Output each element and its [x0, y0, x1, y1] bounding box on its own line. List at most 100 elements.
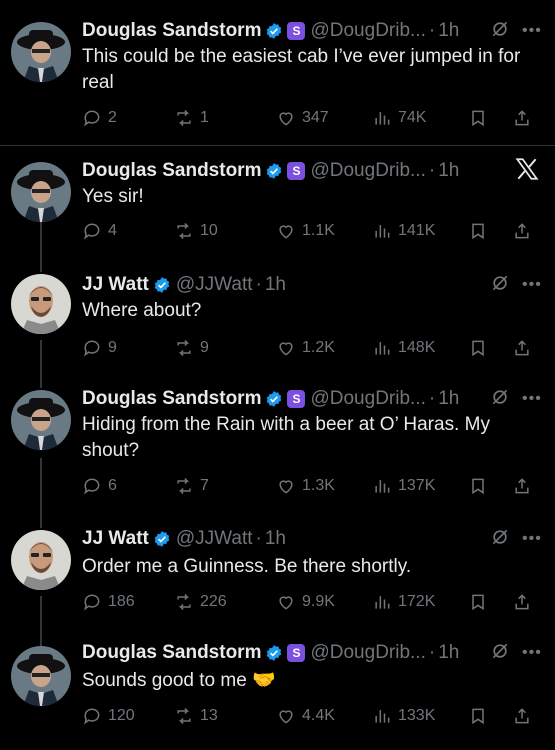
- author-name[interactable]: JJ Watt: [82, 528, 149, 550]
- like-count: 347: [302, 109, 329, 126]
- avatar[interactable]: [11, 162, 71, 222]
- verified-badge-icon: [265, 644, 283, 662]
- grok-icon[interactable]: [490, 387, 510, 412]
- repost-button[interactable]: 13: [174, 704, 218, 728]
- tweet-text: Order me a Guinness. Be there shortly.: [82, 556, 412, 577]
- author-handle[interactable]: @DougDrib...: [310, 160, 425, 182]
- views-button[interactable]: 172K: [372, 590, 435, 614]
- tweet-actions: 2 1 347 74K: [82, 106, 542, 130]
- share-button[interactable]: [512, 590, 532, 614]
- grok-icon[interactable]: [490, 273, 510, 298]
- views-button[interactable]: 74K: [372, 106, 426, 130]
- avatar[interactable]: [11, 390, 71, 450]
- separator-dot: ·: [428, 20, 436, 41]
- verified-badge-icon: [153, 276, 171, 294]
- bookmark-button[interactable]: [468, 704, 488, 728]
- timestamp[interactable]: 1h: [438, 642, 459, 664]
- reply-button[interactable]: 186: [82, 590, 135, 614]
- reply-count: 120: [108, 707, 135, 724]
- author-name[interactable]: JJ Watt: [82, 274, 149, 296]
- views-button[interactable]: 141K: [372, 219, 435, 243]
- bookmark-button[interactable]: [468, 106, 488, 130]
- heart-icon: [279, 342, 293, 356]
- views-button[interactable]: 137K: [372, 474, 435, 498]
- reply-button[interactable]: 6: [82, 474, 117, 498]
- bookmark-button[interactable]: [468, 336, 488, 360]
- like-button[interactable]: 4.4K: [276, 704, 335, 728]
- share-button[interactable]: [512, 219, 532, 243]
- author-name[interactable]: Douglas Sandstorm: [82, 20, 261, 42]
- more-icon[interactable]: •••: [522, 276, 542, 294]
- views-button[interactable]: 133K: [372, 704, 435, 728]
- x-logo-icon[interactable]: [514, 156, 540, 187]
- like-button[interactable]: 1.3K: [276, 474, 335, 498]
- reply-button[interactable]: 9: [82, 336, 117, 360]
- tweet[interactable]: JJ Watt @JJWatt · 1h ••• Where about? 9 …: [0, 266, 555, 384]
- timestamp[interactable]: 1h: [438, 160, 459, 182]
- author-handle[interactable]: @DougDrib...: [310, 642, 425, 664]
- separator-dot: ·: [428, 642, 436, 663]
- like-button[interactable]: 1.2K: [276, 336, 335, 360]
- timestamp[interactable]: 1h: [265, 528, 286, 550]
- tweet[interactable]: JJ Watt @JJWatt · 1h ••• Order me a Guin…: [0, 522, 555, 640]
- repost-icon: [177, 477, 191, 495]
- timestamp[interactable]: 1h: [265, 274, 286, 296]
- avatar[interactable]: [11, 274, 71, 334]
- views-icon: [375, 710, 390, 723]
- more-icon[interactable]: •••: [522, 530, 542, 548]
- share-button[interactable]: [512, 106, 532, 130]
- bookmark-button[interactable]: [468, 219, 488, 243]
- author-handle[interactable]: @DougDrib...: [310, 20, 425, 42]
- repost-button[interactable]: 10: [174, 219, 218, 243]
- views-count: 74K: [398, 109, 427, 126]
- share-button[interactable]: [512, 704, 532, 728]
- tweet[interactable]: Douglas Sandstorm S @DougDrib... · 1h ••…: [0, 384, 555, 522]
- like-button[interactable]: 1.1K: [276, 219, 335, 243]
- reply-button[interactable]: 4: [82, 219, 117, 243]
- share-button[interactable]: [512, 474, 532, 498]
- timestamp[interactable]: 1h: [438, 388, 459, 410]
- subscription-badge-icon: S: [287, 644, 306, 662]
- bookmark-button[interactable]: [468, 590, 488, 614]
- repost-button[interactable]: 1: [174, 106, 209, 130]
- like-button[interactable]: 9.9K: [276, 590, 335, 614]
- author-name[interactable]: Douglas Sandstorm: [82, 388, 261, 410]
- more-icon[interactable]: •••: [522, 390, 542, 408]
- repost-count: 10: [200, 222, 218, 239]
- repost-button[interactable]: 9: [174, 336, 209, 360]
- views-count: 148K: [398, 339, 436, 356]
- avatar[interactable]: [11, 646, 71, 706]
- tweet-text: Hiding from the Rain with a beer at O’ H…: [82, 414, 490, 461]
- tweet[interactable]: Douglas Sandstorm S @DougDrib... · 1h Ye…: [0, 146, 555, 266]
- like-button[interactable]: 347: [276, 106, 329, 130]
- author-name[interactable]: Douglas Sandstorm: [82, 642, 261, 664]
- repost-button[interactable]: 7: [174, 474, 209, 498]
- author-name[interactable]: Douglas Sandstorm: [82, 160, 261, 182]
- timestamp[interactable]: 1h: [438, 20, 459, 42]
- author-handle[interactable]: @JJWatt: [176, 528, 253, 550]
- repost-icon: [177, 339, 191, 357]
- reply-icon: [84, 110, 100, 127]
- repost-button[interactable]: 226: [174, 590, 227, 614]
- author-handle[interactable]: @JJWatt: [176, 274, 253, 296]
- grok-icon[interactable]: [490, 641, 510, 666]
- reply-icon: [84, 223, 100, 240]
- grok-icon[interactable]: [490, 19, 510, 44]
- reply-button[interactable]: 2: [82, 106, 117, 130]
- author-handle[interactable]: @DougDrib...: [310, 388, 425, 410]
- grok-icon[interactable]: [490, 527, 510, 552]
- tweet[interactable]: Douglas Sandstorm S @DougDrib... · 1h ••…: [0, 640, 555, 750]
- repost-icon: [177, 593, 191, 611]
- more-icon[interactable]: •••: [522, 22, 542, 40]
- share-button[interactable]: [512, 336, 532, 360]
- views-button[interactable]: 148K: [372, 336, 435, 360]
- avatar[interactable]: [11, 22, 71, 82]
- more-icon[interactable]: •••: [522, 644, 542, 662]
- verified-badge-icon: [153, 530, 171, 548]
- bookmark-button[interactable]: [468, 474, 488, 498]
- reply-count: 6: [108, 477, 117, 494]
- reply-button[interactable]: 120: [82, 704, 135, 728]
- avatar[interactable]: [11, 530, 71, 590]
- reply-icon: [84, 708, 100, 725]
- tweet[interactable]: Douglas Sandstorm S @DougDrib... · 1h ••…: [0, 0, 555, 145]
